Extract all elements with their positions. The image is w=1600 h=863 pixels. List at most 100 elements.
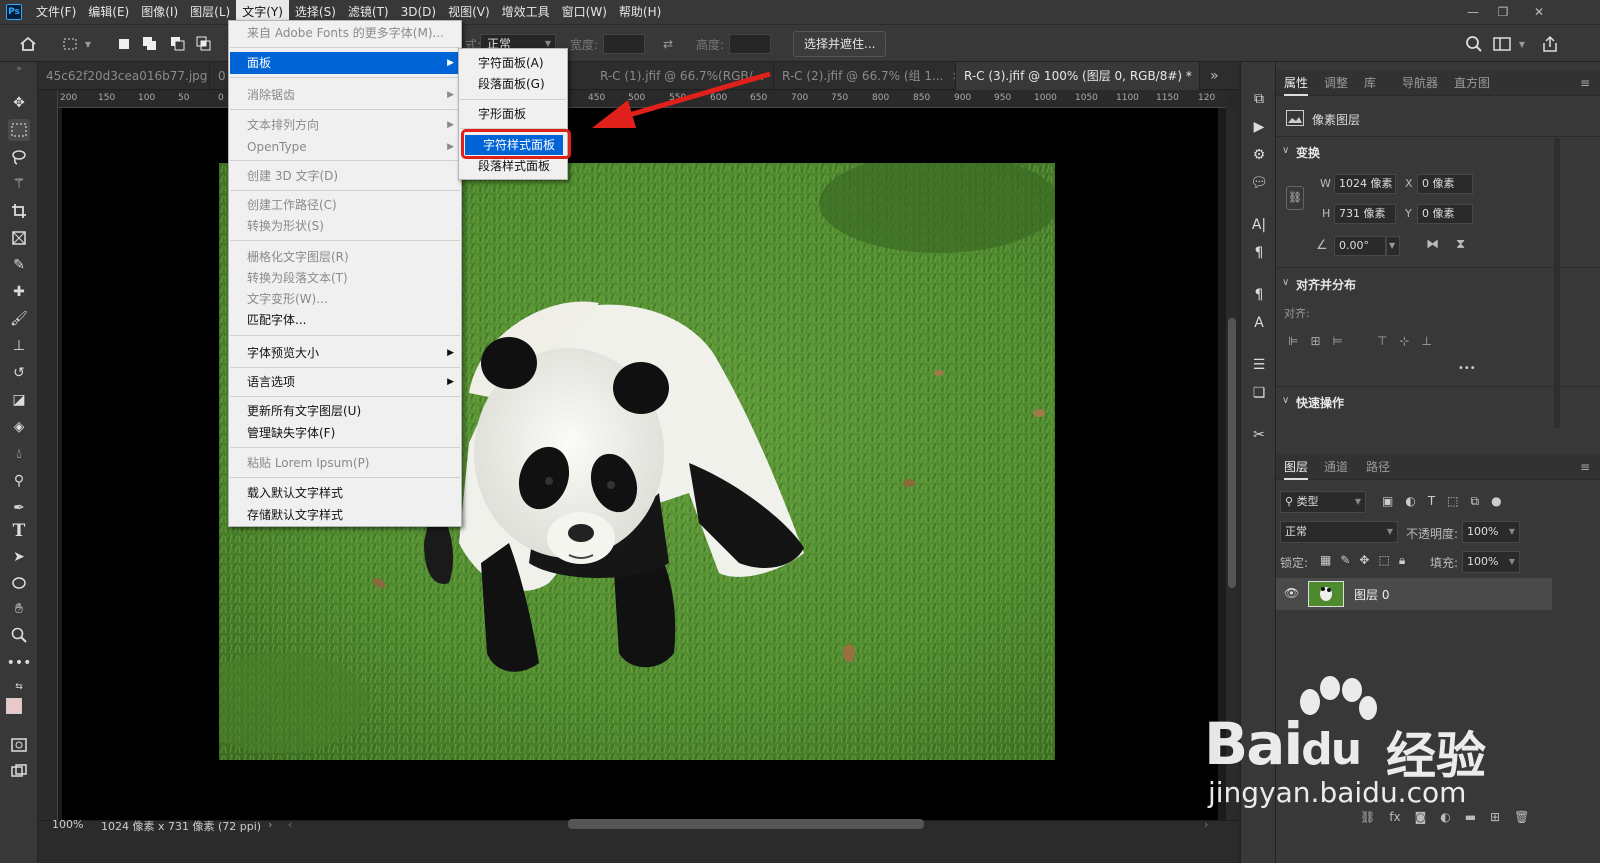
menu-item-missing-fonts[interactable]: 管理缺失字体(F): [230, 422, 460, 444]
menu-window[interactable]: 窗口(W): [556, 0, 613, 24]
type-tool-icon[interactable]: T: [8, 520, 30, 542]
properties-scrollbar[interactable]: [1554, 138, 1560, 428]
healing-brush-tool-icon[interactable]: ✚: [8, 281, 30, 303]
subtract-selection-icon[interactable]: [168, 34, 188, 54]
align-middle-icon[interactable]: ⊹: [1399, 334, 1409, 348]
marquee-preset-icon[interactable]: [60, 34, 80, 54]
menu-item-lorem-ipsum[interactable]: 粘贴 Lorem Ipsum(P): [230, 452, 460, 474]
hand-tool-icon[interactable]: ✋︎: [8, 598, 30, 620]
comments-panel-icon[interactable]: 💬︎: [1248, 172, 1270, 194]
menu-image[interactable]: 图像(I): [135, 0, 184, 24]
align-right-icon[interactable]: ⊨: [1333, 334, 1343, 348]
lock-all-icon[interactable]: 🔒︎: [1399, 553, 1405, 568]
fill-field[interactable]: 100% ▼: [1462, 551, 1520, 573]
filter-toggle-icon[interactable]: ●: [1491, 494, 1501, 509]
quick-actions-title[interactable]: 快速操作: [1296, 394, 1344, 411]
menu-item-orientation[interactable]: 文本排列方向 ▶: [230, 114, 460, 136]
vertical-scrollbar[interactable]: [1226, 108, 1238, 820]
menu-item-opentype[interactable]: OpenType ▶: [230, 136, 460, 158]
y-field[interactable]: 0 像素: [1417, 204, 1473, 224]
menu-edit[interactable]: 编辑(E): [82, 0, 135, 24]
plugin-panel-icon[interactable]: ⚙︎: [1248, 144, 1270, 166]
menu-item-match-font[interactable]: 匹配字体...: [230, 309, 460, 331]
menu-item-load-default-styles[interactable]: 载入默认文字样式: [230, 482, 460, 504]
scroll-right-icon[interactable]: ›: [1204, 818, 1208, 831]
submenu-item-paragraph-panel[interactable]: 段落面板(G): [460, 74, 566, 94]
menu-item-rasterize[interactable]: 栅格化文字图层(R): [230, 246, 460, 268]
delete-layer-icon[interactable]: 🗑︎: [1514, 810, 1529, 824]
submenu-item-character-panel[interactable]: 字符面板(A): [460, 53, 566, 73]
move-tool-icon[interactable]: ✥: [8, 92, 30, 114]
paint-bucket-tool-icon[interactable]: ◈: [8, 416, 30, 438]
zoom-level[interactable]: 100%: [52, 818, 83, 831]
home-icon[interactable]: [18, 34, 38, 54]
menu-item-3d-text[interactable]: 创建 3D 文字(D): [230, 165, 460, 187]
close-window-icon[interactable]: ✕: [1524, 0, 1554, 24]
workspace-icon[interactable]: [1492, 34, 1512, 54]
link-layers-icon[interactable]: ⛓: [1360, 810, 1375, 824]
eraser-tool-icon[interactable]: ◪: [8, 389, 30, 411]
width-field[interactable]: 1024 像素: [1334, 174, 1396, 194]
submenu-item-glyphs-panel[interactable]: 字形面板: [460, 104, 566, 124]
tabs-overflow-icon[interactable]: »: [1210, 68, 1219, 84]
more-options-icon[interactable]: •••: [1458, 363, 1476, 374]
chevron-right-icon[interactable]: ›: [268, 818, 272, 831]
fx-icon[interactable]: fx: [1389, 810, 1400, 824]
tab-libraries[interactable]: 库: [1364, 70, 1376, 96]
zoom-tool-icon[interactable]: [8, 624, 30, 646]
restore-icon[interactable]: ❐: [1488, 0, 1518, 24]
workspace-chevron-icon[interactable]: ▼: [1516, 34, 1528, 54]
link-dimensions-icon[interactable]: ⛓: [1286, 186, 1304, 210]
frame-tool-icon[interactable]: [8, 227, 30, 249]
path-selection-tool-icon[interactable]: ➤: [8, 546, 30, 568]
tab-document-1[interactable]: 45c62f20d3cea016b77.jpg×: [38, 62, 210, 90]
notes-panel-icon[interactable]: ☰: [1248, 354, 1270, 376]
default-colors-icon[interactable]: ⇆: [8, 676, 30, 698]
more-tools-icon[interactable]: •••: [7, 652, 32, 674]
history-panel-icon[interactable]: ⧉: [1248, 88, 1270, 110]
lock-transparent-icon[interactable]: ▦: [1320, 553, 1331, 568]
menu-item-anti-alias[interactable]: 消除锯齿 ▶: [230, 84, 460, 106]
blend-mode-select[interactable]: 正常 ▼: [1280, 521, 1398, 543]
new-selection-icon[interactable]: [114, 34, 134, 54]
opacity-field[interactable]: 100% ▼: [1462, 521, 1520, 543]
flip-horizontal-icon[interactable]: ⧓: [1426, 237, 1439, 252]
align-top-icon[interactable]: ⊤: [1377, 334, 1387, 348]
menu-file[interactable]: 文件(F): [30, 0, 82, 24]
eyedropper-tool-icon[interactable]: ✎: [8, 254, 30, 276]
submenu-item-paragraph-styles-panel[interactable]: 段落样式面板: [460, 156, 566, 176]
tab-histogram[interactable]: 直方图: [1454, 70, 1490, 96]
collapse-icon[interactable]: »: [8, 64, 30, 74]
marquee-tool-icon[interactable]: [8, 119, 30, 141]
shape-tool-icon[interactable]: [8, 572, 30, 594]
dodge-tool-icon[interactable]: ⚲: [8, 470, 30, 492]
scroll-left-icon[interactable]: ‹: [288, 818, 292, 831]
screen-mode-icon[interactable]: [8, 760, 30, 782]
lock-image-icon[interactable]: ✎: [1340, 553, 1350, 568]
group-folder-icon[interactable]: ▬: [1465, 810, 1476, 824]
brush-tool-icon[interactable]: 🖌︎: [8, 308, 30, 330]
layer-filter-select[interactable]: ⚲ 类型 ▼: [1280, 491, 1366, 513]
filter-pixel-icon[interactable]: ▣: [1382, 494, 1393, 509]
tab-document-4[interactable]: R-C (2).jfif @ 66.7% (组 1...×: [774, 62, 956, 90]
select-and-mask-button[interactable]: 选择并遮住...: [793, 31, 887, 57]
lock-position-icon[interactable]: ✥: [1359, 553, 1369, 568]
quick-mask-icon[interactable]: [8, 734, 30, 756]
menu-item-work-path[interactable]: 创建工作路径(C): [230, 194, 460, 216]
paragraph-styles-icon[interactable]: ¶: [1248, 284, 1270, 306]
align-bottom-icon[interactable]: ⊥: [1421, 334, 1431, 348]
transform-section-title[interactable]: 变换: [1296, 144, 1320, 161]
menu-plugins[interactable]: 增效工具: [496, 0, 556, 24]
menu-item-update-layers[interactable]: 更新所有文字图层(U): [230, 400, 460, 422]
visibility-eye-icon[interactable]: 👁︎: [1284, 586, 1299, 600]
tool-presets-icon[interactable]: ✂: [1248, 424, 1270, 446]
chevron-down-icon[interactable]: ∨: [1282, 395, 1289, 406]
layer-name[interactable]: 图层 0: [1354, 586, 1389, 603]
horizontal-scroll-thumb[interactable]: [568, 819, 924, 829]
chevron-down-icon[interactable]: ∨: [1282, 145, 1289, 156]
paragraph-panel-icon[interactable]: ¶: [1248, 242, 1270, 264]
blur-tool-icon[interactable]: 💧︎: [8, 443, 30, 465]
layer-mask-icon[interactable]: ◙: [1415, 810, 1427, 824]
actions-play-icon[interactable]: ▶: [1248, 116, 1270, 138]
crop-tool-icon[interactable]: [8, 200, 30, 222]
